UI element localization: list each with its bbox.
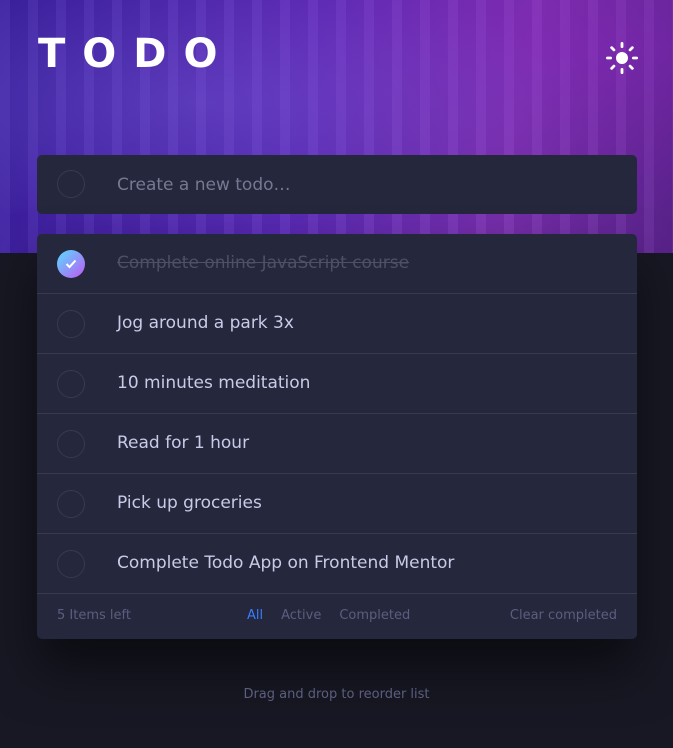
- drag-drop-hint: Drag and drop to reorder list: [243, 687, 430, 702]
- todo-item[interactable]: 10 minutes meditation: [37, 354, 637, 414]
- todo-checkbox[interactable]: [57, 490, 85, 518]
- items-left-count: 5 Items left: [57, 608, 131, 623]
- new-todo-card: [37, 155, 637, 214]
- todo-checkbox-checked[interactable]: [57, 250, 85, 278]
- todo-item[interactable]: Pick up groceries: [37, 474, 637, 534]
- check-icon: [65, 259, 77, 269]
- list-footer: 5 Items left All Active Completed Clear …: [37, 594, 637, 639]
- new-todo-check-circle[interactable]: [57, 170, 85, 198]
- todo-text: Read for 1 hour: [117, 433, 250, 453]
- app-title: TODO: [38, 31, 235, 77]
- todo-text: Complete Todo App on Frontend Mentor: [117, 553, 455, 573]
- todo-item[interactable]: Complete online JavaScript course: [37, 234, 637, 294]
- filter-tabs: All Active Completed: [247, 608, 410, 623]
- todo-text: Jog around a park 3x: [117, 313, 294, 333]
- clear-completed-button[interactable]: Clear completed: [510, 608, 617, 623]
- filter-completed[interactable]: Completed: [339, 608, 410, 623]
- todo-checkbox[interactable]: [57, 550, 85, 578]
- todo-list: Complete online JavaScript course Jog ar…: [37, 234, 637, 639]
- todo-checkbox[interactable]: [57, 430, 85, 458]
- todo-checkbox[interactable]: [57, 310, 85, 338]
- theme-toggle-button[interactable]: [604, 40, 640, 76]
- todo-text: 10 minutes meditation: [117, 373, 311, 393]
- todo-text: Complete online JavaScript course: [117, 253, 410, 273]
- todo-item[interactable]: Read for 1 hour: [37, 414, 637, 474]
- filter-active[interactable]: Active: [281, 608, 321, 623]
- todo-checkbox[interactable]: [57, 370, 85, 398]
- sun-icon: [606, 42, 638, 74]
- todo-item[interactable]: Jog around a park 3x: [37, 294, 637, 354]
- new-todo-input[interactable]: [117, 155, 617, 214]
- todo-item[interactable]: Complete Todo App on Frontend Mentor: [37, 534, 637, 594]
- filter-all[interactable]: All: [247, 608, 263, 623]
- todo-text: Pick up groceries: [117, 493, 262, 513]
